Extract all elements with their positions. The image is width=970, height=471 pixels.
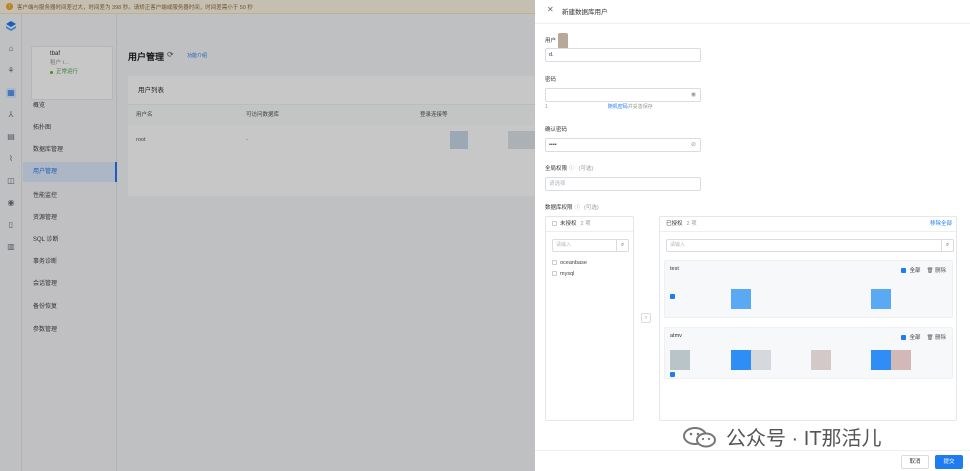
unauthorized-panel: 未授权 2 项 请输入 ⌕ oceanbase mysql xyxy=(545,216,634,421)
global-permission-select[interactable]: 请选择 xyxy=(545,177,701,191)
wechat-icon xyxy=(683,426,716,447)
eye-off-icon[interactable]: ⊘ xyxy=(691,139,696,151)
remove-all-link[interactable]: 移除全部 xyxy=(930,217,952,232)
redacted-block xyxy=(670,350,690,370)
trash-icon: 🗑 xyxy=(926,335,934,341)
confirm-password-input[interactable]: •••• ⊘ xyxy=(545,138,701,152)
redacted-block xyxy=(871,350,891,370)
help-icon: ⓘ xyxy=(574,205,581,211)
info-icon: ⓘ xyxy=(569,166,575,172)
redacted-block xyxy=(871,289,891,309)
unauthorized-count: 2 项 xyxy=(580,221,591,227)
unauthorized-title: 未授权 xyxy=(560,221,577,227)
database-permission-label: 数据库权限 ⓘ (可选) xyxy=(545,205,599,211)
authorized-title: 已授权 xyxy=(666,221,683,227)
submit-button[interactable]: 提交 xyxy=(935,455,963,469)
authorized-count: 2 项 xyxy=(686,221,697,227)
all-label: 全部 xyxy=(909,268,921,274)
global-permission-label: 全局权限 ⓘ (可选) xyxy=(545,166,594,172)
close-icon[interactable]: ✕ xyxy=(547,5,554,14)
db-permission-group: test 全部 🗑 删除 xyxy=(664,260,953,318)
trash-icon: 🗑 xyxy=(926,268,934,274)
modal-mask[interactable] xyxy=(0,0,535,471)
confirm-password-label: 确认密码 xyxy=(545,127,568,133)
cancel-button[interactable]: 取消 xyxy=(901,455,929,469)
redacted-block xyxy=(751,350,771,370)
db-name: test xyxy=(670,266,679,272)
db-name: atmv xyxy=(670,333,682,339)
item-checkbox[interactable] xyxy=(552,260,557,266)
search-icon[interactable]: ⌕ xyxy=(941,239,954,252)
username-input[interactable]: d. xyxy=(545,48,701,62)
password-hint: 1 随机密码并妥善保存 xyxy=(545,104,653,110)
redacted-block xyxy=(731,289,751,309)
drawer-footer: 取消 提交 xyxy=(535,450,970,471)
list-item[interactable]: mysql xyxy=(552,271,574,277)
redacted-block xyxy=(891,350,911,370)
random-password-link[interactable]: 随机密码 xyxy=(608,104,628,110)
all-checkbox[interactable] xyxy=(901,335,907,341)
delete-button[interactable]: 🗑 删除 xyxy=(926,335,946,341)
password-input[interactable]: ◉ xyxy=(545,88,701,102)
password-label: 密码 xyxy=(545,77,557,83)
username-label: 用户 xyxy=(545,38,557,44)
permission-checkbox[interactable] xyxy=(670,372,675,377)
permission-checkbox[interactable] xyxy=(670,294,675,299)
list-item[interactable]: oceanbase xyxy=(552,260,587,266)
redacted-block xyxy=(811,350,831,370)
watermark: 公众号 · IT那活儿 xyxy=(682,422,882,451)
db-permission-group: atmv 全部 🗑 删除 xyxy=(664,327,953,379)
transfer-right-button[interactable]: › xyxy=(641,313,651,323)
select-all-checkbox[interactable] xyxy=(552,221,557,227)
eye-icon[interactable]: ◉ xyxy=(691,89,696,101)
all-checkbox[interactable] xyxy=(901,268,907,274)
redacted-block xyxy=(558,33,568,49)
drawer-title: 新建数据库用户 xyxy=(562,9,608,16)
authorized-panel: 已授权 2 项 移除全部 请输入 ⌕ xyxy=(659,216,957,421)
delete-button[interactable]: 🗑 删除 xyxy=(926,268,946,274)
redacted-block xyxy=(731,350,751,370)
all-label: 全部 xyxy=(909,335,921,341)
search-icon[interactable]: ⌕ xyxy=(616,239,629,252)
item-checkbox[interactable] xyxy=(552,271,557,277)
unauthorized-search-input[interactable]: 请输入 ⌕ xyxy=(552,239,629,252)
authorized-search-input[interactable]: 请输入 ⌕ xyxy=(666,239,954,252)
